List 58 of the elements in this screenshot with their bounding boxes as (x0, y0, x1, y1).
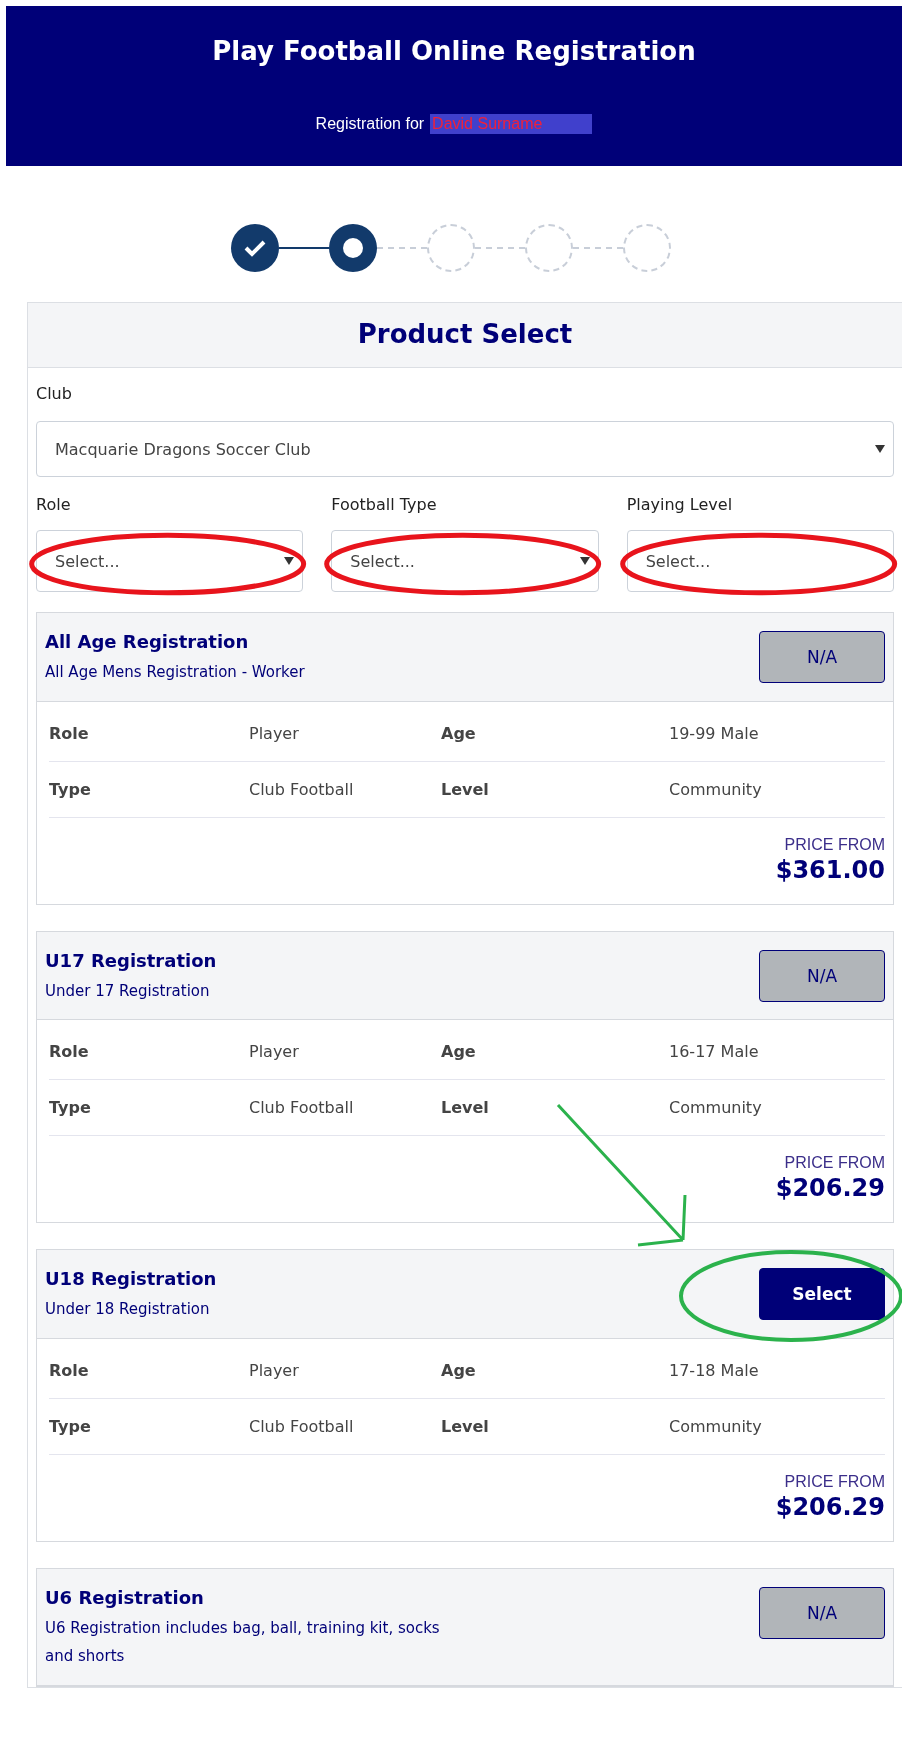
detail-label: Level (441, 1416, 490, 1436)
check-icon (244, 239, 266, 257)
product-title: All Age Registration (45, 631, 250, 652)
price-value: $206.29 (775, 1174, 885, 1202)
select-button[interactable]: N/A (759, 949, 885, 1002)
product-description: All Age Mens Registration - Worker (45, 662, 305, 683)
filter-label: Football Type (331, 495, 438, 514)
registration-label: Registration for (315, 115, 425, 133)
panel-title: Product Select (28, 303, 902, 368)
filter-select[interactable]: Select... (626, 530, 894, 592)
filter-label: Playing Level (626, 495, 734, 514)
detail-value: Club Football (249, 1416, 355, 1436)
filter-select[interactable]: Select... (36, 530, 304, 592)
detail-label: Role (49, 1042, 90, 1061)
select-button[interactable]: Select (759, 1268, 885, 1320)
select-button[interactable]: N/A (759, 1586, 885, 1639)
detail-value: Community (669, 779, 763, 799)
detail-value: 19-99 Male (669, 723, 760, 743)
product-description: Under 17 Registration (45, 980, 211, 1002)
product-title: U17 Registration (45, 949, 217, 971)
club-select[interactable]: Macquarie Dragons Soccer Club (36, 421, 894, 477)
detail-label: Role (49, 723, 90, 743)
filter-select[interactable]: Select... (331, 530, 599, 592)
detail-label: Age (441, 1042, 477, 1061)
detail-value: Club Football (249, 1098, 355, 1117)
detail-value: Player (249, 1042, 300, 1061)
detail-label: Level (441, 1098, 490, 1117)
club-label: Club (36, 384, 73, 403)
detail-label: Age (441, 723, 477, 743)
price-value: $361.00 (775, 855, 885, 884)
caret-icon (875, 445, 885, 453)
detail-value: Community (669, 1416, 763, 1436)
detail-value: Club Football (249, 779, 355, 799)
select-button[interactable]: N/A (759, 631, 885, 683)
detail-label: Role (49, 1360, 90, 1380)
filter-label: Role (36, 495, 72, 514)
price-label: PRICE FROM (784, 1472, 885, 1491)
detail-label: Type (49, 1416, 92, 1436)
detail-value: Player (249, 723, 300, 743)
page-title: Play Football Online Registration (212, 36, 696, 66)
detail-value: 17-18 Male (669, 1360, 760, 1380)
detail-label: Age (441, 1360, 477, 1380)
price-label: PRICE FROM (784, 835, 885, 854)
product-title: U18 Registration (45, 1268, 217, 1289)
caret-icon (284, 557, 295, 565)
detail-value: Player (249, 1360, 300, 1380)
caret-icon (579, 557, 590, 565)
detail-label: Type (49, 1098, 92, 1117)
product-description: U6 Registration includes bag, ball, training kit, socks and shorts (45, 1617, 441, 1667)
price-value: $206.29 (775, 1492, 885, 1521)
detail-value: Community (669, 1098, 763, 1117)
product-title: U6 Registration (45, 1586, 205, 1608)
detail-value: 16-17 Male (669, 1042, 760, 1061)
detail-label: Type (49, 779, 92, 799)
product-description: Under 18 Registration (45, 1299, 211, 1320)
price-label: PRICE FROM (784, 1154, 885, 1172)
detail-label: Level (441, 779, 490, 799)
user-name: David Surname (430, 114, 593, 134)
